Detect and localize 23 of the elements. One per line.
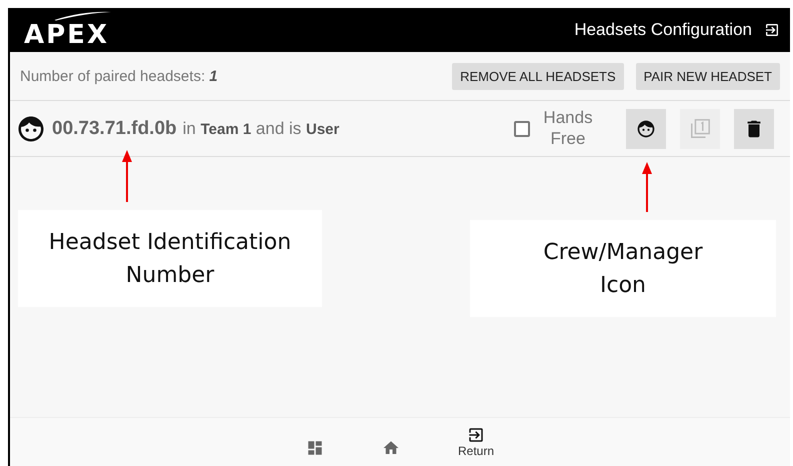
screen-title: Headsets Configuration [574,20,752,40]
return-icon [467,426,485,444]
apex-logo: APEX [23,21,110,49]
headset-id: 00.73.71.fd.0b [52,118,177,140]
face-icon [636,118,656,138]
return-button[interactable]: Return [458,426,494,458]
annotation-arrow [642,162,652,212]
crew-button[interactable] [626,108,666,148]
toolbar-button[interactable]: PAIR NEW HEADSET [636,62,780,90]
dashboard-icon[interactable] [306,439,324,457]
headset-user-icon [16,114,46,144]
annotation-arrow [122,150,132,202]
hands-free-label: Hands Free [542,108,594,149]
paired-count: Number of paired headsets: 1 [20,68,219,84]
headset-team-role: in Team 1 and is User [182,118,340,138]
home-icon[interactable] [382,439,400,457]
annotation-label: Headset Identification Number [18,210,322,307]
numbered-copy-icon [689,118,711,140]
hands-free-checkbox[interactable] [514,120,530,136]
toolbar-button[interactable]: REMOVE ALL HEADSETS [452,62,624,90]
delete-button[interactable] [734,108,774,148]
exit-icon[interactable] [764,22,780,38]
annotation-label: Crew/Manager Icon [470,220,776,317]
